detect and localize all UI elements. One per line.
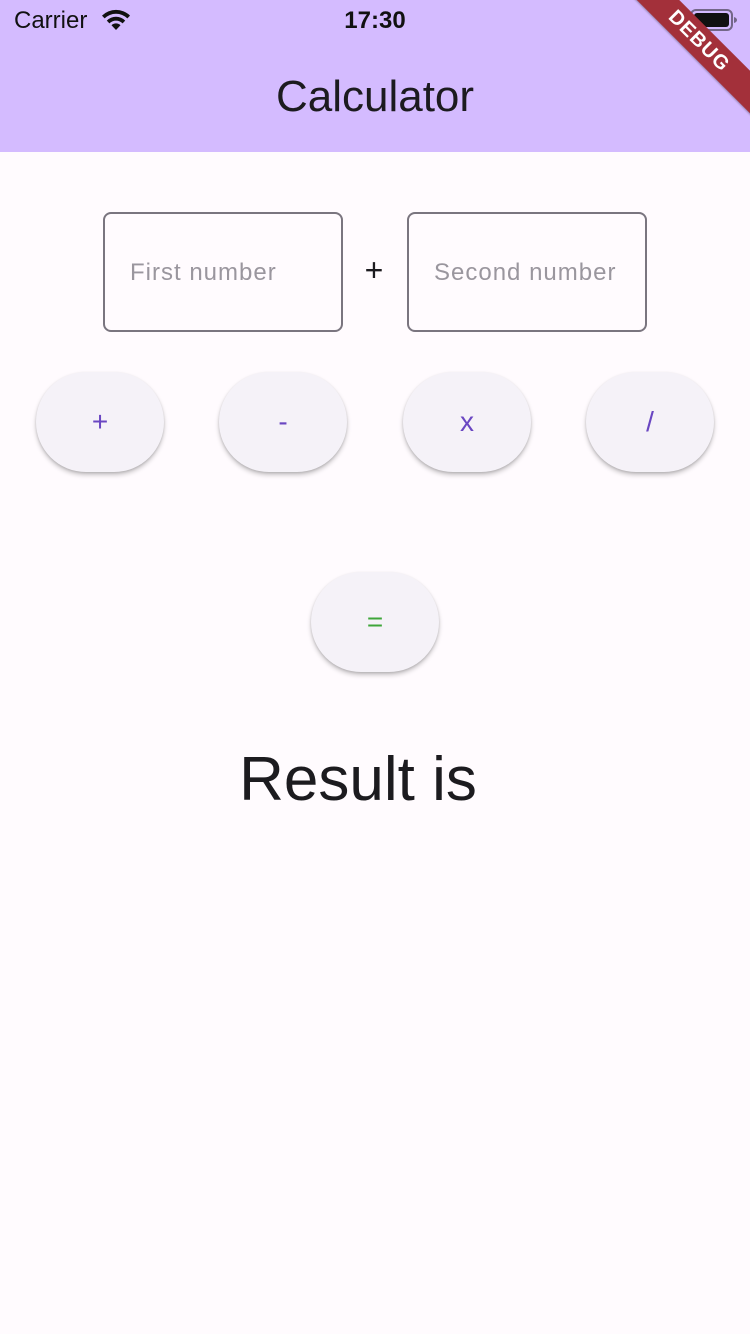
equals-button[interactable]: = bbox=[311, 572, 439, 672]
status-time: 17:30 bbox=[344, 7, 406, 34]
second-number-input[interactable] bbox=[432, 252, 646, 294]
first-number-input[interactable] bbox=[128, 252, 342, 294]
divide-button[interactable]: / bbox=[586, 372, 714, 472]
multiply-button[interactable]: x bbox=[403, 372, 531, 472]
first-number-field[interactable] bbox=[103, 212, 343, 332]
second-number-field[interactable] bbox=[407, 212, 647, 332]
add-button[interactable]: + bbox=[36, 372, 164, 472]
subtract-button[interactable]: - bbox=[219, 372, 347, 472]
app-title: Calculator bbox=[275, 72, 475, 121]
app-bar: Carrier 17:30 Calculator DEBUG bbox=[0, 0, 750, 152]
result-label: Result is bbox=[239, 745, 477, 814]
selected-operator: + bbox=[364, 252, 384, 288]
